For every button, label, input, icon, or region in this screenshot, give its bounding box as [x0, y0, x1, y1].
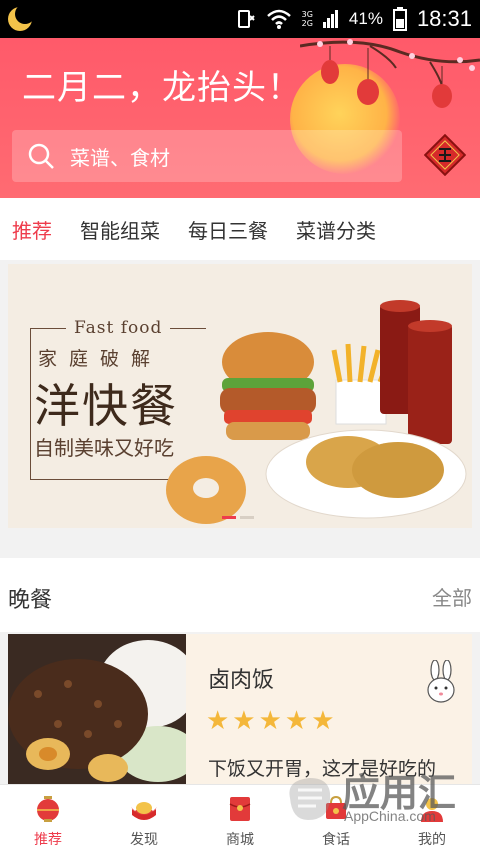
tab-daily-meals[interactable]: 每日三餐 [188, 215, 268, 244]
section-header: 晚餐 全部 [0, 558, 480, 632]
wifi-icon [266, 9, 291, 29]
appchina-watermark: 应用汇 AppChina.com [282, 762, 478, 834]
festival-title: 二月二，龙抬头！ [22, 68, 302, 108]
watermark-subtext: AppChina.com [344, 808, 436, 824]
recipe-title: 卤肉饭 [208, 668, 275, 693]
nav-recommend[interactable]: 推荐 [0, 785, 96, 854]
network-3g-label: 3G [301, 10, 313, 19]
mute-icon [237, 10, 255, 28]
search-placeholder: 菜谱、食材 [70, 145, 170, 170]
moon-icon [8, 5, 34, 31]
battery-icon [392, 7, 407, 31]
section-title: 晚餐 [8, 588, 53, 613]
network-2g-label: 2G [301, 19, 313, 28]
search-icon [28, 143, 54, 169]
signal-bars-icon [322, 10, 338, 28]
watermark-logo-icon [289, 778, 331, 820]
battery-percent: 41% [348, 9, 383, 28]
tab-smart-combo[interactable]: 智能组菜 [80, 215, 160, 244]
search-input[interactable]: 菜谱、食材 [12, 130, 402, 182]
nav-mall[interactable]: 商城 [192, 785, 288, 854]
rating-stars: ★★★★★ [206, 706, 338, 736]
nav-mall-label: 商城 [226, 832, 254, 848]
header: 二月二，龙抬头！ 菜谱、食材 [0, 38, 480, 198]
lantern-icon [37, 796, 59, 822]
banner-pager [222, 516, 254, 519]
fu-charm-icon[interactable] [424, 134, 466, 176]
gold-ingot-icon [131, 802, 157, 820]
category-tabs: 推荐 智能组菜 每日三餐 菜谱分类 [0, 198, 480, 260]
red-envelope-icon [229, 797, 251, 821]
view-all-link[interactable]: 全部 [432, 582, 472, 611]
nav-discover[interactable]: 发现 [96, 785, 192, 854]
status-bar: 3G 2G 41% 18:31 [0, 0, 480, 38]
banner-tagline: 自制美味又好吃 [34, 436, 174, 460]
fast-food-illustration [166, 300, 467, 524]
nav-recommend-label: 推荐 [34, 832, 62, 848]
nav-discover-label: 发现 [130, 832, 158, 848]
banner-en-title: Fast food [66, 318, 171, 338]
rabbit-icon [427, 660, 455, 703]
clock: 18:31 [416, 6, 472, 31]
tab-recommend[interactable]: 推荐 [12, 215, 52, 244]
network-indicator: 3G 2G [302, 10, 313, 28]
tab-recipe-categories[interactable]: 菜谱分类 [296, 215, 376, 244]
banner-subtitle: 家庭破解 [38, 348, 163, 370]
banner-headline: 洋快餐 [34, 379, 178, 433]
recipe-photo [8, 634, 186, 784]
promo-banner[interactable]: Fast food 家庭破解 洋快餐 自制美味又好吃 [8, 264, 472, 528]
status-icons: 3G 2G 41% 18:31 [234, 0, 472, 38]
